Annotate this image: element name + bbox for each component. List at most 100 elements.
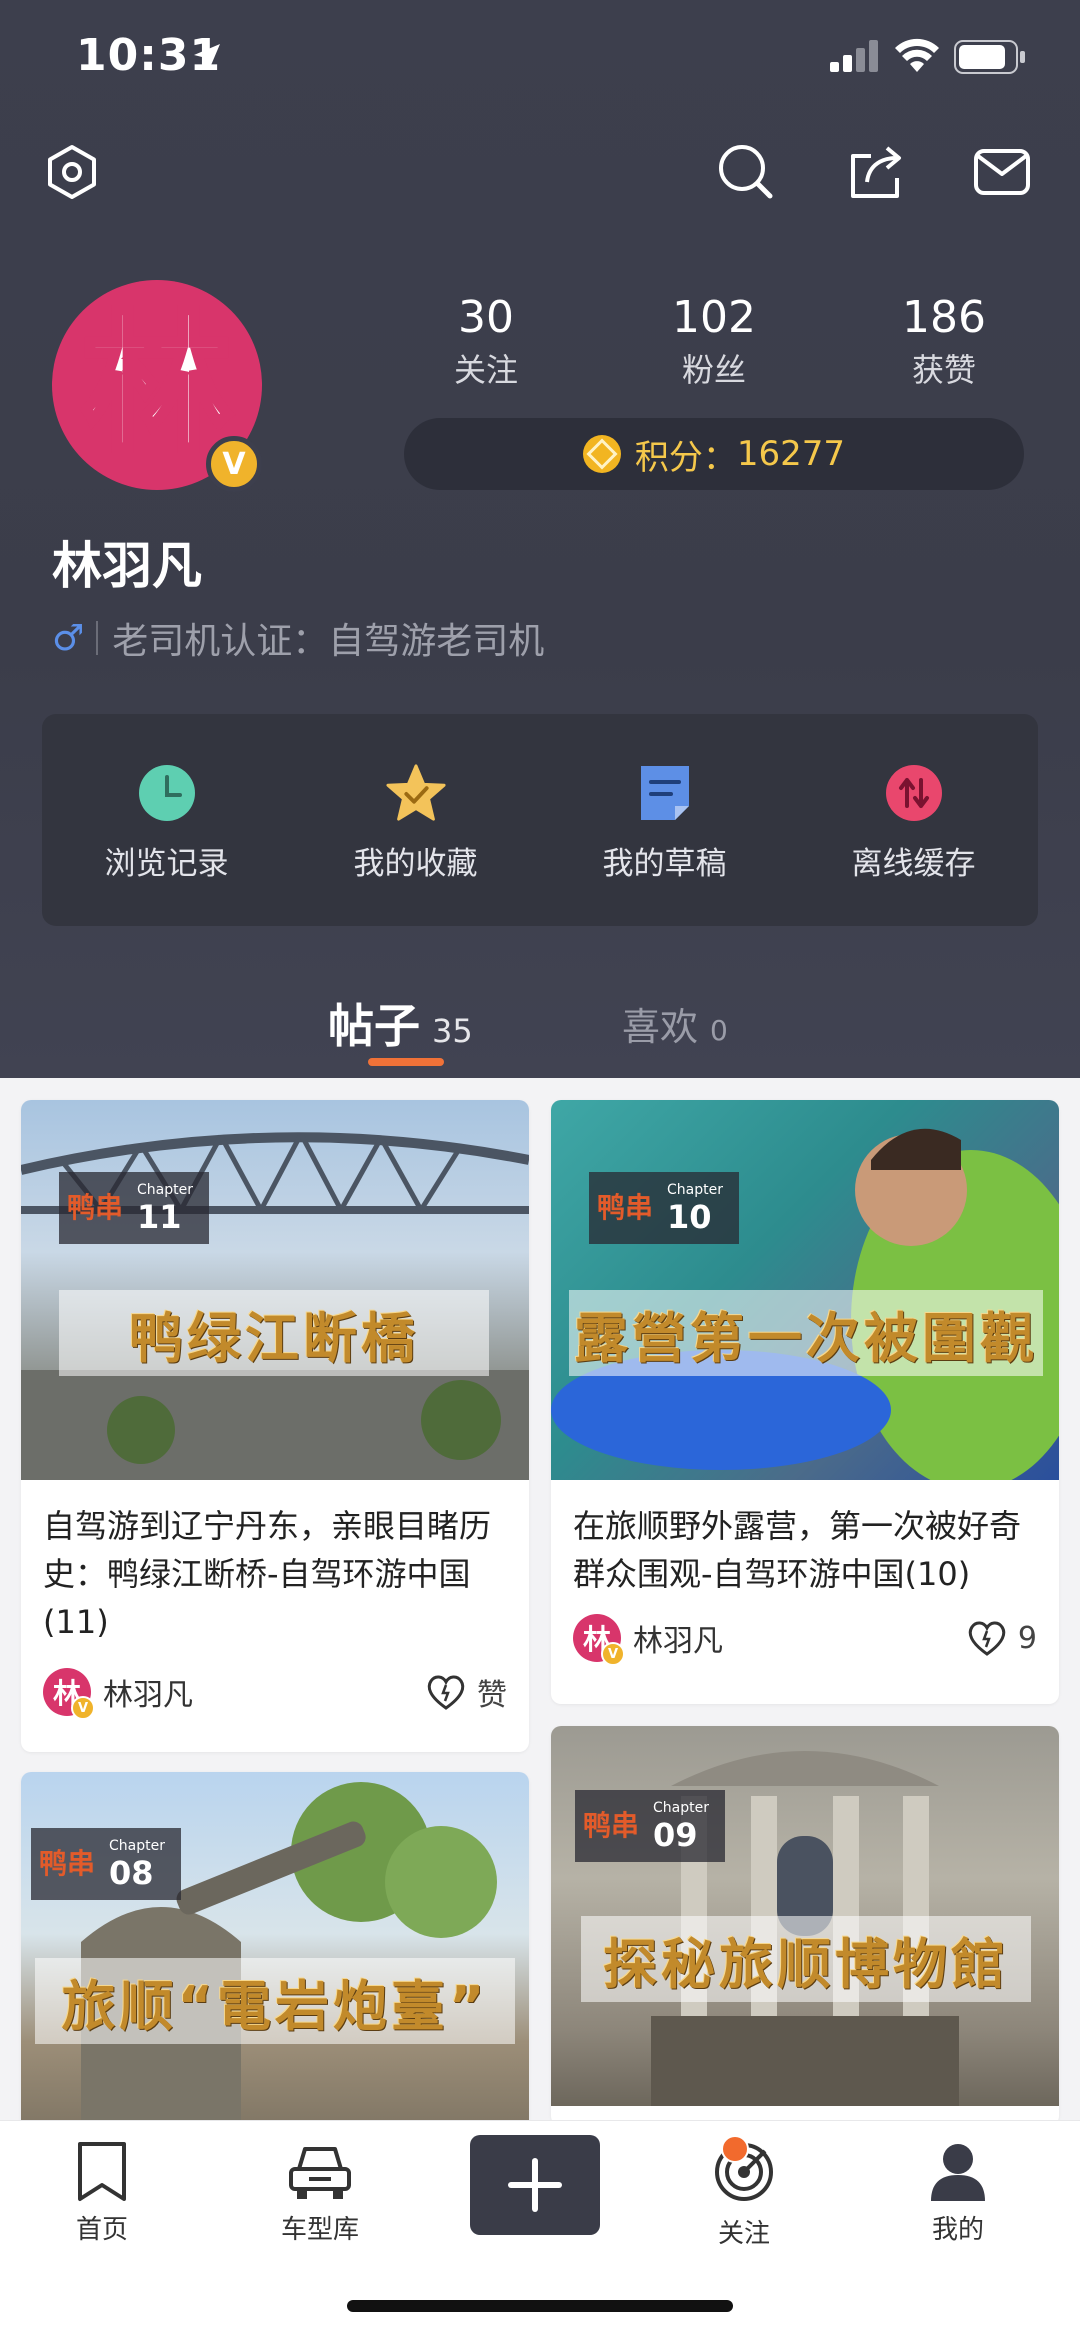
- chapter-number: 11: [137, 1198, 182, 1236]
- battery-icon: [954, 40, 1025, 74]
- channel-logo: 鸭串: [582, 1809, 639, 1842]
- post-thumbnail: 鸭串 Chapter 11 鸭绿江断橋: [21, 1100, 529, 1480]
- post-meta: 林V 林羽凡 赞: [21, 1656, 529, 1728]
- points-pill[interactable]: 积分： 16277: [404, 418, 1024, 490]
- quick-actions-panel: 浏览记录 我的收藏 我的草稿 离线缓存: [42, 714, 1038, 926]
- nav-me[interactable]: 我的: [888, 2141, 1028, 2246]
- chapter-label: Chapter: [109, 1838, 165, 1854]
- chapter-tag: 鸭串 Chapter 10: [589, 1172, 739, 1244]
- plus-icon: [508, 2158, 562, 2212]
- settings-button[interactable]: [36, 136, 108, 208]
- nav-me-label: 我的: [931, 2215, 984, 2245]
- chapter-label: Chapter: [137, 1182, 193, 1198]
- draft-icon: [640, 766, 689, 820]
- chapter-label: Chapter: [653, 1800, 709, 1816]
- post-title: 在旅顺野外露营，第一次被好奇群众围观-自驾环游中国(10): [573, 1507, 1022, 1593]
- username: 林羽凡: [52, 537, 202, 595]
- tab-posts[interactable]: 帖子 35: [328, 990, 473, 1056]
- post-card[interactable]: 鸭串 Chapter 09 探秘旅顺博物館: [551, 1726, 1059, 2126]
- author-name[interactable]: 林羽凡: [633, 1616, 966, 1660]
- clock-icon: [138, 765, 195, 821]
- notification-dot: [721, 2135, 749, 2163]
- search-icon: [719, 145, 773, 199]
- cannon-illustration: [81, 1782, 497, 2132]
- star-icon: [385, 764, 446, 821]
- chapter-number: 09: [653, 1816, 698, 1854]
- points-value: 16277: [736, 434, 846, 474]
- male-gender-icon: ♂: [52, 617, 85, 659]
- like-button[interactable]: 赞: [425, 1670, 507, 1714]
- author-avatar[interactable]: 林V: [43, 1668, 95, 1720]
- nav-home[interactable]: 首页: [32, 2141, 172, 2246]
- author-avatar[interactable]: 林V: [573, 1614, 625, 1666]
- quick-item-favorites-label: 我的收藏: [353, 846, 478, 882]
- share-icon: [851, 146, 901, 198]
- heart-icon: [427, 1675, 465, 1710]
- user-icon: [931, 2144, 985, 2201]
- nav-car-library[interactable]: 车型库: [250, 2141, 390, 2246]
- points-label: 积分：: [634, 437, 737, 478]
- heart-icon: [968, 1621, 1006, 1656]
- home-indicator: [347, 2300, 733, 2312]
- chapter-tag: 鸭串 Chapter 11: [59, 1172, 209, 1244]
- post-banner-text: 露營第一次被圍觀: [569, 1290, 1043, 1376]
- channel-logo: 鸭串: [596, 1191, 653, 1224]
- chapter-tag: 鸭串 Chapter 09: [575, 1790, 725, 1862]
- active-tab-indicator: [368, 1058, 444, 1066]
- post-banner-text: 旅顺“電岩炮臺”: [35, 1958, 515, 2044]
- quick-item-drafts-label: 我的草稿: [602, 846, 727, 882]
- divider: [96, 621, 99, 655]
- tab-posts-count: 35: [432, 1012, 473, 1050]
- stat-likes[interactable]: 186 获赞: [864, 290, 1024, 394]
- channel-logo: 鸭串: [66, 1191, 123, 1224]
- quick-item-history[interactable]: 浏览记录: [42, 714, 291, 926]
- status-bar: 10:31: [0, 0, 1080, 120]
- chapter-label: Chapter: [667, 1182, 723, 1198]
- car-icon: [289, 2147, 351, 2199]
- certification-text: 老司机认证：自驾游老司机: [112, 621, 545, 662]
- chapter-number: 08: [109, 1854, 154, 1892]
- post-card[interactable]: 鸭串 Chapter 08 旅顺“電岩炮臺”: [21, 1772, 529, 2132]
- chapter-number: 10: [667, 1198, 712, 1236]
- quick-item-drafts[interactable]: 我的草稿: [540, 714, 789, 926]
- tab-likes-label: 喜欢: [622, 1005, 699, 1049]
- offline-cache-icon: [885, 765, 942, 821]
- quick-item-offline-label: 离线缓存: [851, 846, 976, 882]
- post-thumbnail: 鸭串 Chapter 09 探秘旅顺博物館: [551, 1726, 1059, 2106]
- bookmark-icon: [78, 2142, 126, 2201]
- stat-following-label: 关注: [453, 351, 518, 389]
- nav-following[interactable]: 关注: [674, 2135, 814, 2250]
- quick-item-history-label: 浏览记录: [104, 846, 229, 882]
- chapter-tag: 鸭串 Chapter 08: [31, 1828, 181, 1900]
- verified-mini-icon: V: [71, 1696, 95, 1720]
- post-banner-text: 鸭绿江断橋: [59, 1290, 489, 1376]
- post-card[interactable]: 鸭串 Chapter 11 鸭绿江断橋 自驾游到辽宁丹东，亲眼目睹历史：鸭绿江断桥…: [21, 1100, 529, 1752]
- like-count: 赞: [477, 1678, 507, 1713]
- location-arrow-icon: [194, 44, 220, 70]
- verified-mini-icon: V: [601, 1642, 625, 1666]
- like-count: 9: [1017, 1620, 1037, 1656]
- like-button[interactable]: 9: [966, 1619, 1037, 1657]
- post-banner-text: 探秘旅顺博物館: [581, 1916, 1031, 2002]
- stat-likes-label: 获赞: [911, 351, 976, 389]
- stat-following-value: 30: [458, 292, 514, 343]
- tab-posts-label: 帖子: [328, 999, 420, 1053]
- channel-logo: 鸭串: [38, 1847, 95, 1880]
- stat-fans[interactable]: 102 粉丝: [634, 290, 794, 394]
- points-coin-icon: [582, 435, 621, 473]
- tab-likes-count: 0: [710, 1014, 728, 1047]
- nav-car-library-label: 车型库: [280, 2215, 359, 2245]
- cellular-signal-icon: [830, 40, 878, 72]
- quick-item-offline[interactable]: 离线缓存: [789, 714, 1038, 926]
- nav-create-post[interactable]: [470, 2135, 600, 2235]
- message-button[interactable]: [966, 136, 1038, 208]
- settings-hex-icon: [48, 145, 96, 199]
- author-name[interactable]: 林羽凡: [103, 1670, 425, 1714]
- share-button[interactable]: [840, 136, 912, 208]
- tab-likes[interactable]: 喜欢 0: [622, 996, 728, 1051]
- quick-item-favorites[interactable]: 我的收藏: [291, 714, 540, 926]
- search-button[interactable]: [710, 136, 782, 208]
- stat-following[interactable]: 30 关注: [406, 290, 566, 394]
- certification-row: ♂ 老司机认证：自驾游老司机: [52, 612, 544, 664]
- post-card[interactable]: 鸭串 Chapter 10 露營第一次被圍觀 在旅顺野外露营，第一次被好奇群众围观…: [551, 1100, 1059, 1704]
